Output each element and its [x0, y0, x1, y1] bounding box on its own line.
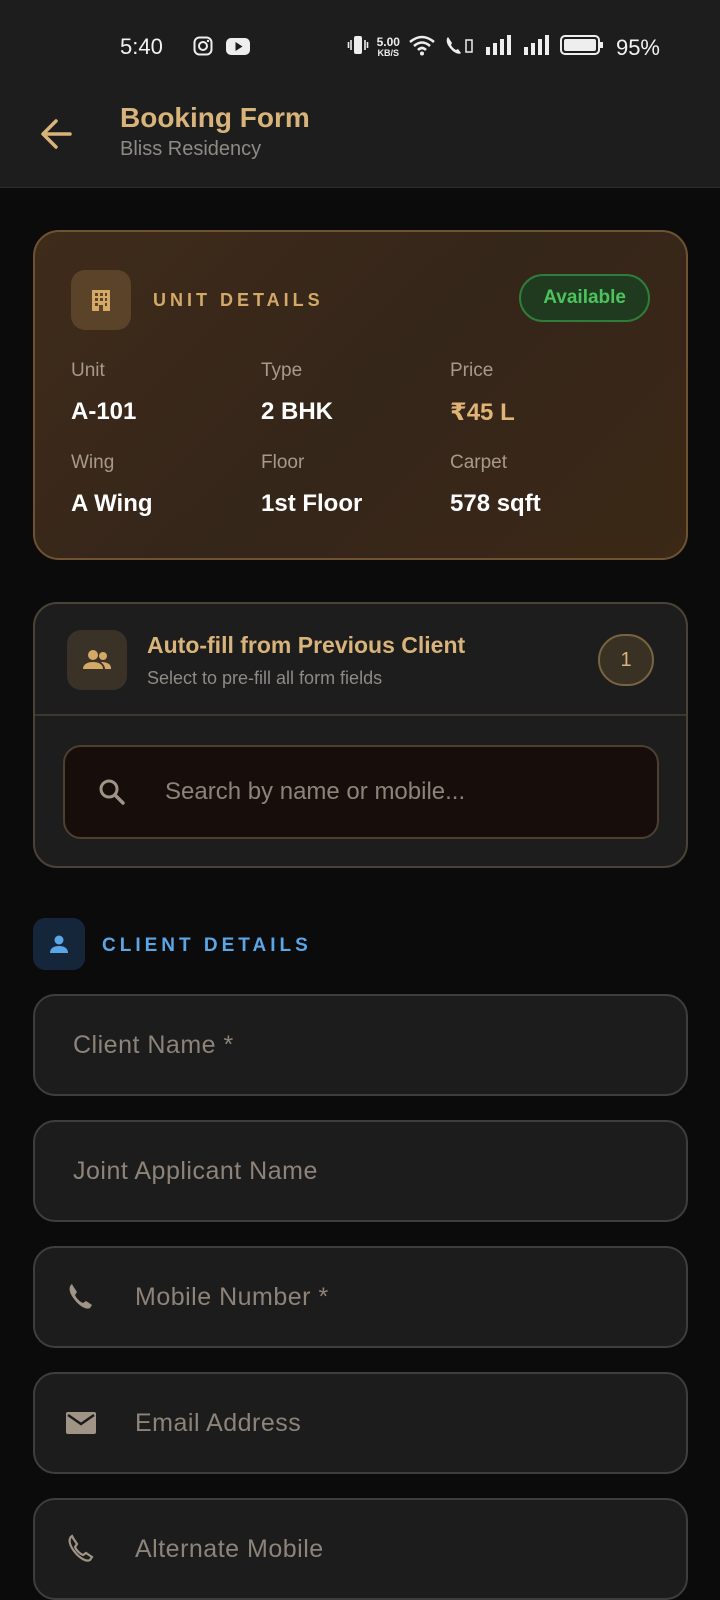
phone-icon [65, 1281, 97, 1318]
wifi-icon [408, 34, 436, 61]
client-search-box[interactable] [63, 745, 659, 839]
autofill-card: Auto-fill from Previous Client Select to… [33, 602, 688, 868]
alternate-mobile-field[interactable] [33, 1498, 688, 1600]
people-icon [67, 630, 127, 690]
wifi-call-icon [444, 34, 476, 61]
client-name-input[interactable] [73, 996, 663, 1094]
vibrate-icon [347, 34, 369, 61]
back-button[interactable] [36, 114, 76, 154]
battery-percent: 95% [615, 34, 660, 60]
battery-icon [559, 34, 604, 61]
price-field: Price ₹45 L [450, 360, 515, 426]
page-title: Booking Form [120, 102, 310, 133]
type-field: Type 2 BHK [261, 360, 334, 425]
client-search-input[interactable] [165, 747, 635, 837]
status-time: 5:40 [120, 34, 163, 59]
status-right: 5.00 KB/S 95% [347, 34, 660, 61]
signal-2-icon [522, 35, 552, 60]
client-name-field[interactable] [33, 994, 688, 1096]
alternate-mobile-input[interactable] [135, 1500, 665, 1598]
unit-details-card: UNIT DETAILS Available Unit A-101 Type 2… [33, 230, 688, 560]
autofill-subtitle: Select to pre-fill all form fields [147, 668, 383, 688]
app-bar: Booking Form Bliss Residency [0, 96, 720, 188]
availability-badge: Available [519, 274, 650, 322]
youtube-icon [226, 38, 250, 60]
unit-details-heading: UNIT DETAILS [153, 290, 324, 310]
email-input[interactable] [135, 1374, 665, 1472]
mail-icon [65, 1407, 97, 1444]
autofill-header[interactable]: Auto-fill from Previous Client Select to… [35, 604, 686, 716]
wing-field: Wing A Wing [71, 452, 153, 517]
unit-field: Unit A-101 [71, 360, 137, 425]
mobile-number-field[interactable] [33, 1246, 688, 1348]
joint-applicant-input[interactable] [73, 1122, 663, 1220]
mobile-number-input[interactable] [135, 1248, 665, 1346]
search-icon [97, 777, 127, 812]
status-bar: 5:40 5.00 KB/S 95% [0, 0, 720, 96]
instagram-icon [193, 36, 213, 61]
autofill-title: Auto-fill from Previous Client [147, 632, 466, 658]
carpet-field: Carpet 578 sqft [450, 452, 541, 517]
signal-1-icon [484, 35, 514, 60]
client-details-heading: CLIENT DETAILS [102, 935, 312, 956]
joint-applicant-field[interactable] [33, 1120, 688, 1222]
phone-icon [65, 1533, 97, 1570]
page-subtitle: Bliss Residency [120, 138, 262, 160]
person-icon [33, 918, 85, 970]
email-field[interactable] [33, 1372, 688, 1474]
building-icon [71, 270, 131, 330]
network-speed: 5.00 KB/S [376, 34, 400, 58]
client-count-badge: 1 [598, 634, 654, 686]
floor-field: Floor 1st Floor [261, 452, 363, 517]
arrow-left-icon [41, 119, 72, 149]
